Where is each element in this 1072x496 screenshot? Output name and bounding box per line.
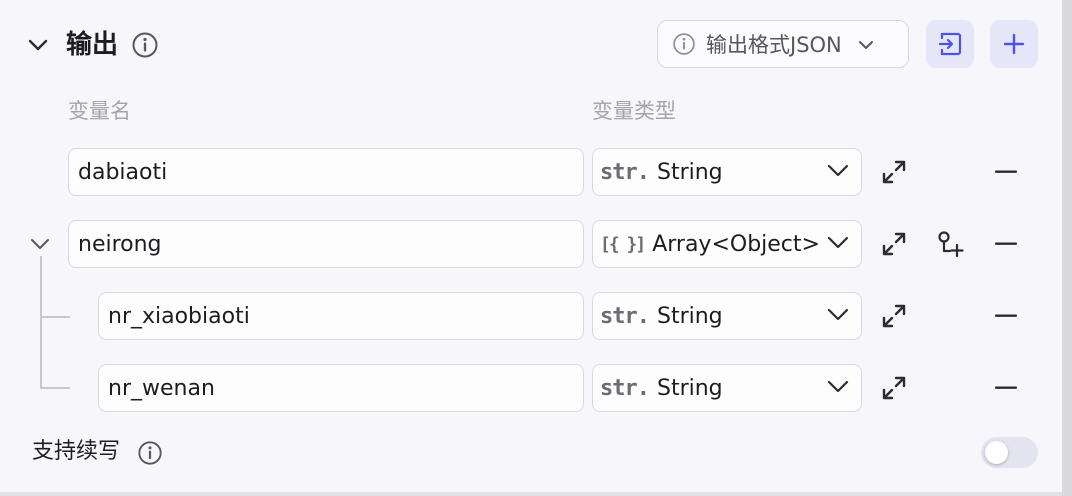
tree-connector <box>40 256 42 387</box>
collapse-chevron-icon[interactable] <box>27 35 49 55</box>
variable-type-select[interactable]: [{ }] Array<Object> <box>592 220 862 268</box>
chevron-down-icon <box>827 235 849 254</box>
string-type-icon: str. <box>600 375 650 401</box>
remove-row-button[interactable] <box>990 372 1022 404</box>
info-icon[interactable] <box>131 31 159 59</box>
import-button[interactable] <box>926 20 974 68</box>
output-panel: 输出 输出格式JSON 变量名 变量类型 str. String [{ }] <box>0 0 1062 492</box>
chevron-down-icon <box>827 307 849 326</box>
tree-connector <box>40 316 70 318</box>
variable-type-select[interactable]: str. String <box>592 364 862 412</box>
string-type-icon: str. <box>600 303 650 329</box>
type-label: String <box>656 375 723 401</box>
support-continue-label: 支持续写 <box>32 439 121 464</box>
plus-icon <box>1003 33 1025 55</box>
variable-name-input[interactable] <box>68 220 584 268</box>
variable-name-input[interactable] <box>98 364 584 412</box>
variable-name-input[interactable] <box>68 148 584 196</box>
output-format-select[interactable]: 输出格式JSON <box>657 20 909 68</box>
type-label: Array<Object> <box>652 231 820 257</box>
type-label: String <box>656 303 723 329</box>
chevron-down-icon <box>827 379 849 398</box>
remove-row-button[interactable] <box>990 228 1022 260</box>
expand-icon[interactable] <box>878 300 910 332</box>
expand-icon[interactable] <box>878 228 910 260</box>
minus-icon <box>995 242 1017 245</box>
minus-icon <box>995 314 1017 317</box>
info-icon[interactable] <box>137 440 163 466</box>
column-header-name: 变量名 <box>68 99 131 123</box>
variable-type-select[interactable]: str. String <box>592 292 862 340</box>
info-icon <box>672 32 696 56</box>
remove-row-button[interactable] <box>990 300 1022 332</box>
array-object-type-icon: [{ }] <box>600 233 646 255</box>
output-format-label: 输出格式JSON <box>706 33 842 57</box>
scrollbar-track[interactable] <box>1062 0 1072 496</box>
variable-name-input[interactable] <box>98 292 584 340</box>
type-label: String <box>656 159 723 185</box>
section-title: 输出 <box>66 30 119 60</box>
add-child-icon[interactable] <box>934 228 966 260</box>
remove-row-button[interactable] <box>990 156 1022 188</box>
variable-type-select[interactable]: str. String <box>592 148 862 196</box>
expand-icon[interactable] <box>878 372 910 404</box>
chevron-down-icon <box>858 35 874 54</box>
import-icon <box>938 32 962 56</box>
string-type-icon: str. <box>600 159 650 185</box>
tree-connector <box>40 387 70 389</box>
chevron-down-icon <box>827 163 849 182</box>
expand-icon[interactable] <box>878 156 910 188</box>
add-output-button[interactable] <box>990 20 1038 68</box>
toggle-knob <box>985 441 1008 464</box>
minus-icon <box>995 170 1017 173</box>
support-continue-toggle[interactable] <box>981 437 1038 468</box>
minus-icon <box>995 386 1017 389</box>
column-header-type: 变量类型 <box>592 99 676 123</box>
divider <box>0 492 1062 496</box>
